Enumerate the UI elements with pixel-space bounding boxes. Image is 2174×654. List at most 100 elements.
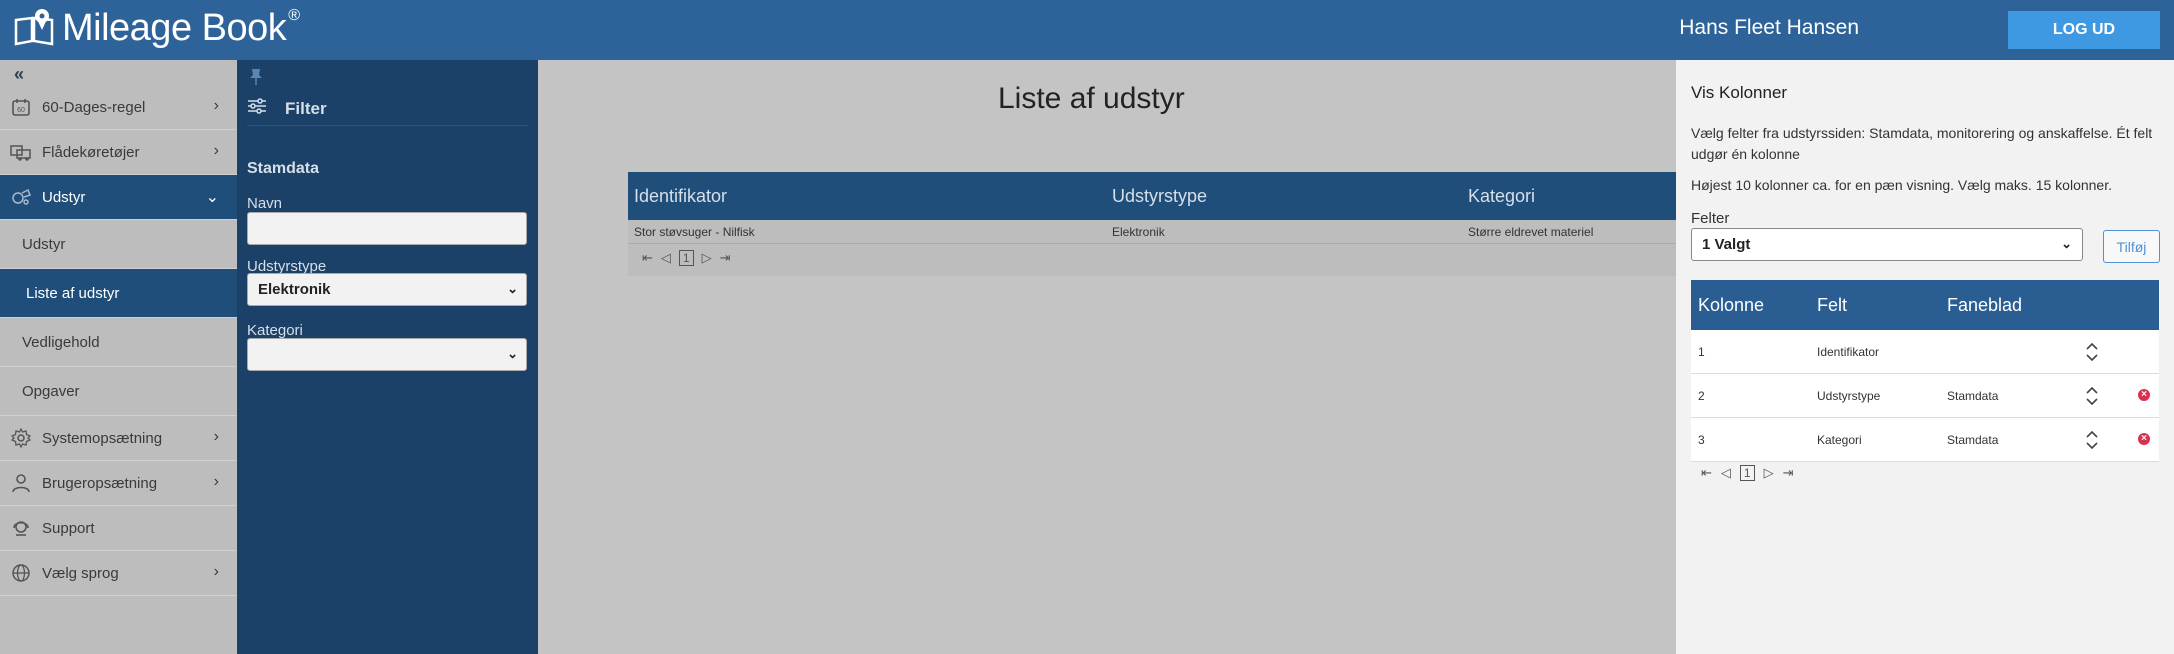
equipment-icon <box>10 186 32 208</box>
registered-mark: ® <box>288 7 301 24</box>
headset-icon <box>10 517 32 539</box>
cell-faneblad: Stamdata <box>1947 389 1999 403</box>
cell-felt: Identifikator <box>1817 345 1880 359</box>
section-title-stamdata: Stamdata <box>247 160 320 177</box>
sidebar-item-label: Brugeropsætning <box>42 474 158 492</box>
cell-identifikator: Stor støvsuger - Nilfisk <box>634 224 755 239</box>
reorder-icon[interactable] <box>2085 384 2099 408</box>
column-header-udstyrstype[interactable]: Udstyrstype <box>1112 186 1207 207</box>
prev-page-icon[interactable]: ◁ <box>1721 465 1731 481</box>
user-icon <box>10 472 32 494</box>
chevron-down-icon: ⌄ <box>205 189 219 206</box>
collapse-sidebar-icon[interactable]: « <box>14 64 24 85</box>
app-logo[interactable]: Mileage Book ® <box>12 6 300 50</box>
app-header: Mileage Book ® Hans Fleet Hansen LOG UD <box>0 0 2174 60</box>
first-page-icon[interactable]: ⇤ <box>1701 465 1712 481</box>
sidebar-item-support[interactable]: Support <box>0 506 237 551</box>
sidebar-item-60-dages-regel[interactable]: 60 60-Dages-regel › <box>0 85 237 130</box>
column-header-identifikator[interactable]: Identifikator <box>634 186 727 207</box>
sidebar-item-label: Systemopsætning <box>42 429 163 447</box>
cell-felt: Kategori <box>1817 433 1862 447</box>
next-page-icon[interactable]: ▷ <box>702 250 712 266</box>
sidebar-subitem-udstyr[interactable]: Udstyr <box>0 220 237 269</box>
name-input[interactable] <box>247 212 527 245</box>
sidebar-item-label: Flådekøretøjer <box>42 143 140 161</box>
main-content: Liste af udstyr Identifikator Udstyrstyp… <box>538 60 1676 654</box>
sidebar-nav: « 60 60-Dages-regel › Flådekøretøjer › U… <box>0 60 237 654</box>
pin-icon[interactable] <box>249 68 263 91</box>
table-row[interactable]: Stor støvsuger - Nilfisk Elektronik Stør… <box>628 220 1676 244</box>
sidebar-subitem-vedligehold[interactable]: Vedligehold <box>0 318 237 367</box>
equipment-type-value: Elektronik <box>258 281 331 298</box>
filter-title: Filter <box>285 98 327 118</box>
page-title: Liste af udstyr <box>998 82 1185 115</box>
chevron-down-icon: ⌄ <box>507 281 518 296</box>
gear-icon <box>10 427 32 449</box>
reorder-icon[interactable] <box>2085 340 2099 364</box>
cell-kolonne: 1 <box>1698 345 1705 359</box>
table-pager: ⇤ ◁ 1 ▷ ⇥ <box>628 244 1676 272</box>
user-name: Hans Fleet Hansen <box>1679 16 1859 39</box>
table-row: 1 Identifikator <box>1691 330 2159 374</box>
last-page-icon[interactable]: ⇥ <box>720 250 731 266</box>
fields-select[interactable]: 1 Valgt ⌄ <box>1691 228 2083 261</box>
sidebar-item-udstyr[interactable]: Udstyr ⌄ <box>0 175 237 220</box>
chevron-right-icon: › <box>213 97 219 114</box>
page-number[interactable]: 1 <box>1739 465 1755 481</box>
sidebar-item-label: 60-Dages-regel <box>42 98 146 116</box>
cell-faneblad: Stamdata <box>1947 433 1999 447</box>
sidebar-item-fladekoretojer[interactable]: Flådekøretøjer › <box>0 130 237 175</box>
cell-kategori: Større eldrevet materiel <box>1468 224 1594 239</box>
sidebar-subitem-opgaver[interactable]: Opgaver <box>0 367 237 416</box>
drawer-description: Vælg felter fra udstyrssiden: Stamdata, … <box>1691 125 2153 162</box>
category-select[interactable]: ⌄ <box>247 338 527 371</box>
first-page-icon[interactable]: ⇤ <box>642 250 653 266</box>
chevron-down-icon: ⌄ <box>2061 236 2072 251</box>
fleet-vehicles-icon <box>10 141 32 163</box>
columns-drawer: Vis Kolonner Vælg felter fra udstyrsside… <box>1676 60 2174 654</box>
add-column-button[interactable]: Tilføj <box>2103 230 2160 263</box>
sidebar-subitem-liste-af-udstyr[interactable]: Liste af udstyr <box>0 269 237 318</box>
equipment-type-select[interactable]: Elektronik ⌄ <box>247 273 527 306</box>
prev-page-icon[interactable]: ◁ <box>661 250 671 266</box>
equipment-table: Identifikator Udstyrstype Kategori Stor … <box>628 172 1676 276</box>
calendar-60-icon: 60 <box>10 96 32 118</box>
cell-kolonne: 2 <box>1698 389 1705 403</box>
reorder-icon[interactable] <box>2085 428 2099 452</box>
category-label: Kategori <box>247 322 303 339</box>
column-header-kategori[interactable]: Kategori <box>1468 186 1535 207</box>
filter-panel: Filter Stamdata Navn Udstyrstype Elektro… <box>237 60 538 654</box>
globe-icon <box>10 562 32 584</box>
app-name: Mileage Book <box>62 7 287 49</box>
sidebar-item-systemopsaetning[interactable]: Systemopsætning › <box>0 416 237 461</box>
sidebar-item-label: Support <box>42 519 95 537</box>
table-row: 2 Udstyrstype Stamdata × <box>1691 374 2159 418</box>
chevron-right-icon: › <box>213 563 219 580</box>
fields-label: Felter <box>1691 210 1730 227</box>
column-header-faneblad: Faneblad <box>1947 295 2023 315</box>
page-number[interactable]: 1 <box>678 250 694 266</box>
column-header-felt: Felt <box>1817 295 1848 315</box>
last-page-icon[interactable]: ⇥ <box>1783 465 1794 481</box>
cell-felt: Udstyrstype <box>1817 389 1881 403</box>
remove-column-icon[interactable]: × <box>2138 433 2150 445</box>
column-header-kolonne: Kolonne <box>1698 295 1765 315</box>
chevron-right-icon: › <box>213 473 219 490</box>
logout-button[interactable]: LOG UD <box>2008 11 2160 49</box>
next-page-icon[interactable]: ▷ <box>1764 465 1774 481</box>
cell-udstyrstype: Elektronik <box>1112 224 1165 239</box>
remove-column-icon[interactable]: × <box>2138 389 2150 401</box>
sidebar-item-brugeropsaetning[interactable]: Brugeropsætning › <box>0 461 237 506</box>
name-label: Navn <box>247 195 283 212</box>
columns-table-header: Kolonne Felt Faneblad <box>1691 280 2159 330</box>
sidebar-item-label: Vælg sprog <box>42 564 119 582</box>
chevron-down-icon: ⌄ <box>507 346 518 361</box>
nav-list: 60 60-Dages-regel › Flådekøretøjer › Uds… <box>0 85 237 596</box>
chevron-right-icon: › <box>213 428 219 445</box>
sidebar-item-vaelg-sprog[interactable]: Vælg sprog › <box>0 551 237 596</box>
table-row: 3 Kategori Stamdata × <box>1691 418 2159 462</box>
cell-kolonne: 3 <box>1698 433 1705 447</box>
svg-text:60: 60 <box>17 107 25 114</box>
filter-header: Filter <box>247 96 528 126</box>
drawer-title: Vis Kolonner <box>1691 83 1788 102</box>
